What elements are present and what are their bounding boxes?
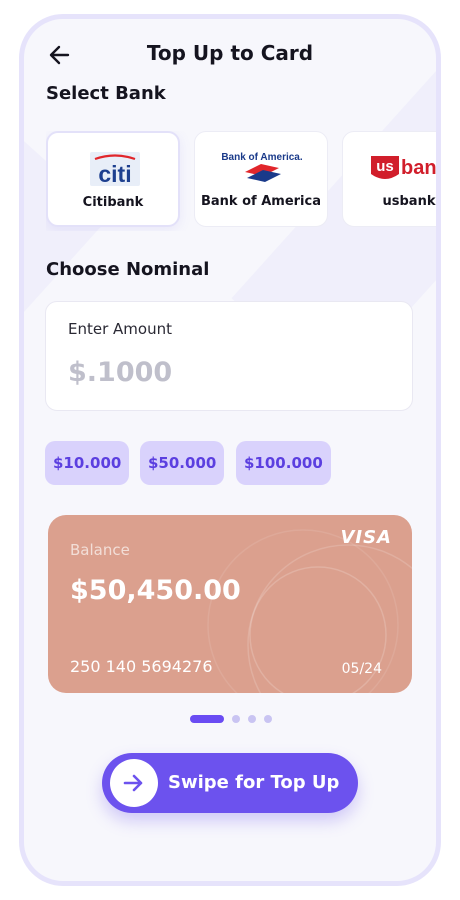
- citibank-logo: citi: [48, 151, 178, 187]
- amount-input[interactable]: Enter Amount $.1000: [45, 301, 413, 411]
- svg-text:citi: citi: [98, 161, 131, 187]
- amount-label: Enter Amount: [68, 320, 172, 338]
- swipe-top-up-button[interactable]: Swipe for Top Up: [102, 753, 358, 813]
- bank-name: usbank: [382, 194, 436, 209]
- bank-name: Bank of America: [201, 194, 321, 209]
- bank-name: Citibank: [82, 195, 144, 210]
- pager-dot[interactable]: [248, 715, 256, 723]
- amount-value[interactable]: $.1000: [68, 357, 172, 388]
- svg-text:us: us: [376, 158, 394, 175]
- header: Top Up to Card: [24, 39, 436, 71]
- card-pager: [190, 715, 280, 723]
- bank-of-america-logo: Bank of America.: [195, 150, 327, 186]
- bank-card-bank-of-america[interactable]: Bank of America. Bank of America: [194, 131, 328, 227]
- svg-text:Bank of America.: Bank of America.: [221, 152, 303, 163]
- bank-card-citibank[interactable]: citi Citibank: [46, 131, 180, 227]
- phone-screen: Top Up to Card Select Bank citi Citibank…: [19, 14, 441, 886]
- bank-list[interactable]: citi Citibank Bank of America. Bank of A…: [46, 131, 441, 231]
- balance-label: Balance: [70, 541, 130, 559]
- nominal-chip[interactable]: $50.000: [140, 441, 225, 485]
- arrow-right-icon: [123, 774, 143, 792]
- page-title: Top Up to Card: [146, 41, 314, 65]
- card-number: 250 140 5694276: [70, 657, 213, 676]
- swipe-handle[interactable]: [110, 759, 158, 807]
- swipe-label: Swipe for Top Up: [168, 772, 340, 793]
- nominal-chip[interactable]: $10.000: [45, 441, 130, 485]
- usbank-logo: us bank: [343, 150, 441, 186]
- select-bank-label: Select Bank: [46, 83, 166, 104]
- bank-card-usbank[interactable]: us bank usbank: [342, 131, 441, 227]
- choose-nominal-label: Choose Nominal: [46, 259, 210, 280]
- pager-dot[interactable]: [232, 715, 240, 723]
- visa-logo: VISA: [340, 527, 392, 548]
- svg-text:bank: bank: [401, 157, 441, 179]
- pager-dot-active[interactable]: [190, 715, 224, 723]
- nominal-chip[interactable]: $100.000: [236, 441, 331, 485]
- card-expiry: 05/24: [341, 661, 382, 677]
- payment-card[interactable]: VISA Balance $50,450.00 250 140 5694276 …: [48, 515, 412, 693]
- balance-amount: $50,450.00: [70, 575, 241, 606]
- pager-dot[interactable]: [264, 715, 272, 723]
- nominal-chips: $10.000 $50.000 $100.000: [45, 441, 425, 485]
